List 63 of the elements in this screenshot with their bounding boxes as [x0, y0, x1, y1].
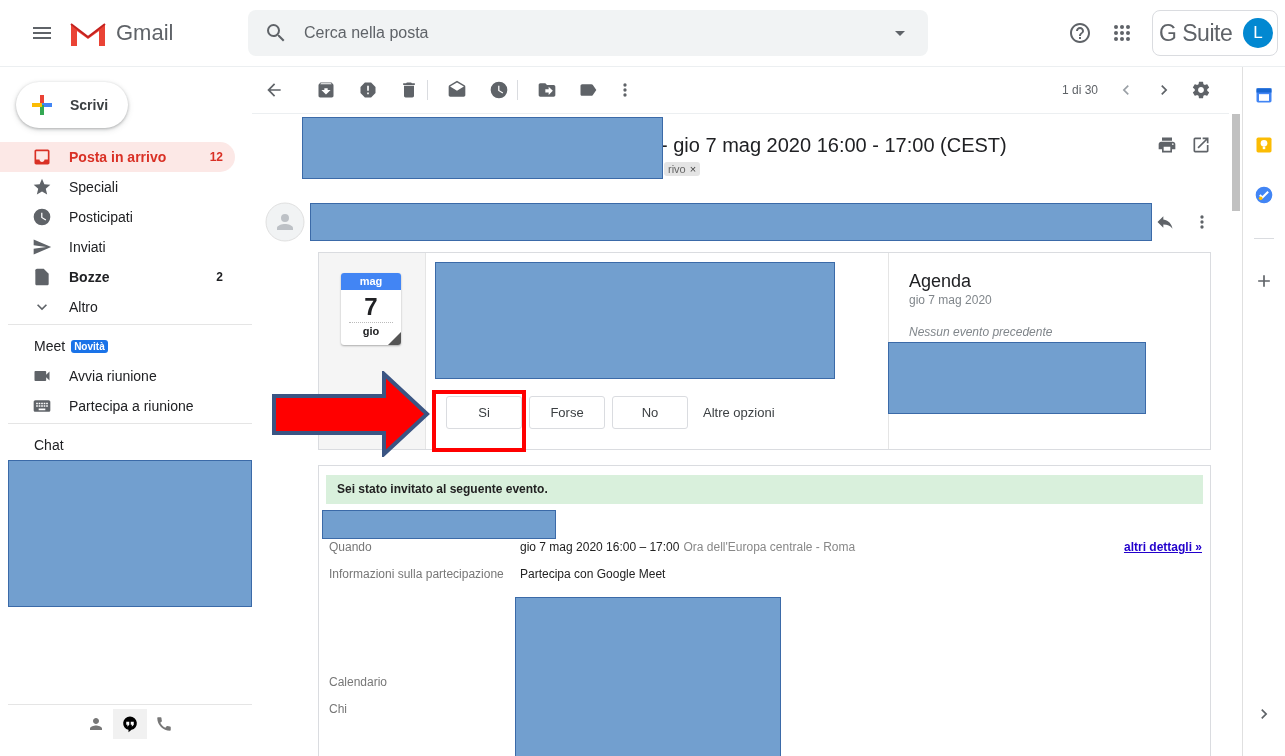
- agenda-title: Agenda: [909, 271, 973, 292]
- clock-icon: [32, 207, 52, 227]
- meet-item[interactable]: Partecipa a riunione: [0, 391, 235, 421]
- agenda-empty-text: Nessun evento precedente: [909, 325, 1054, 339]
- nav-item[interactable]: Bozze 2: [0, 262, 235, 292]
- help-icon[interactable]: [1068, 21, 1092, 45]
- more-options-link[interactable]: Altre opzioni: [703, 405, 775, 420]
- nav-item[interactable]: Inviati: [0, 232, 235, 262]
- detail-label: Informazioni sulla partecipazione: [329, 566, 505, 582]
- detail-label: Quando: [329, 539, 373, 555]
- snooze-clock-icon[interactable]: [489, 80, 509, 100]
- more-details-link[interactable]: altri dettagli »: [1123, 539, 1202, 555]
- detail-value: gio 7 mag 2020 16:00 – 17:00: [520, 539, 680, 555]
- search-field[interactable]: Cerca nella posta: [302, 23, 888, 43]
- invitation-banner: Sei stato invitato al seguente evento.: [326, 475, 1203, 504]
- compose-button[interactable]: Scrivi: [16, 82, 128, 128]
- print-icon[interactable]: [1157, 135, 1177, 155]
- pagination-text: 1 di 30: [1061, 83, 1098, 97]
- new-badge: Novità: [71, 339, 108, 353]
- star-icon: [32, 177, 52, 197]
- detail-value: Partecipa con Google Meet: [520, 566, 666, 582]
- rsvp-button[interactable]: Forse: [529, 396, 605, 429]
- scrollbar-thumb[interactable]: [1232, 114, 1240, 211]
- detail-label: Chi: [329, 701, 348, 717]
- timezone-note: Ora dell'Europa centrale - Roma: [683, 539, 856, 555]
- meet-item[interactable]: Avvia riunione: [0, 361, 235, 391]
- person-icon: [87, 715, 105, 733]
- nav-item[interactable]: Altro: [0, 292, 235, 322]
- app-name: Gmail: [116, 20, 175, 46]
- chat-bubble-icon: [121, 715, 139, 733]
- agenda-date: gio 7 mag 2020: [909, 293, 993, 307]
- nav-item[interactable]: Posta in arrivo 12: [0, 142, 235, 172]
- nav-item[interactable]: Posticipati: [0, 202, 235, 232]
- inbox-icon: [32, 147, 52, 167]
- plus-icon: [30, 93, 54, 117]
- brand-name: G Suite: [1159, 19, 1234, 47]
- calendar-icon[interactable]: [1254, 85, 1274, 105]
- document-icon: [32, 267, 52, 287]
- unread-count: 12: [209, 150, 223, 164]
- label-chip[interactable]: rivo ×: [664, 162, 701, 176]
- archive-icon[interactable]: [316, 80, 336, 100]
- calendar-date-icon: mag 7 gio: [341, 273, 401, 345]
- chat-panel-tab[interactable]: [113, 709, 147, 739]
- send-icon: [32, 237, 52, 257]
- nav-item[interactable]: Speciali: [0, 172, 235, 202]
- rsvp-button[interactable]: Si: [446, 396, 522, 429]
- remove-label-button[interactable]: ×: [689, 163, 697, 175]
- detail-label: Calendario: [329, 674, 389, 690]
- unread-count: 2: [216, 270, 223, 284]
- section-title: Chat: [34, 437, 64, 453]
- tasks-check-icon[interactable]: [1254, 185, 1274, 205]
- avatar[interactable]: L: [1243, 18, 1273, 48]
- section-title: Meet: [34, 338, 66, 354]
- avatar-silhouette-icon: [265, 202, 305, 242]
- phone-icon: [155, 715, 173, 733]
- rsvp-button[interactable]: No: [612, 396, 688, 429]
- open-in-new-window-icon[interactable]: [1191, 135, 1211, 155]
- settings-icon[interactable]: [1191, 80, 1211, 100]
- mark-unread-icon[interactable]: [447, 80, 467, 100]
- spam-report-icon[interactable]: [358, 80, 378, 100]
- search-bar[interactable]: Cerca nella posta: [248, 10, 928, 56]
- account-switcher[interactable]: G Suite L: [1152, 10, 1278, 56]
- move-to-folder-icon[interactable]: [537, 80, 557, 100]
